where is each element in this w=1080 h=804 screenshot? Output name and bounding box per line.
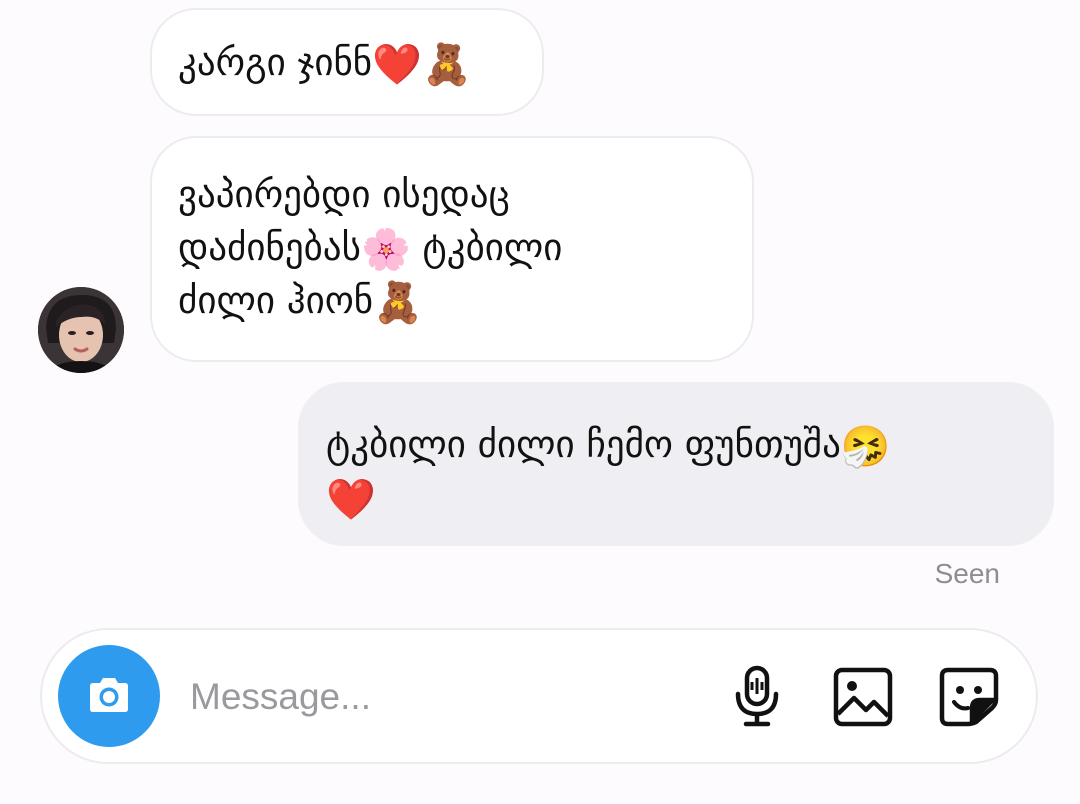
incoming-message-bubble[interactable]: კარგი ჯინნ❤️🧸	[150, 8, 544, 116]
message-input[interactable]	[190, 668, 670, 726]
sticker-button[interactable]	[936, 664, 1002, 730]
message-text: დაძინებას	[178, 226, 361, 269]
message-text: ტკბილი ძილი ჩემო ფუნთუშა	[326, 423, 841, 466]
gallery-button[interactable]	[830, 664, 896, 730]
cherry-blossom-emoji: 🌸	[360, 226, 411, 273]
message-line: კარგი ჯინნ❤️🧸	[178, 36, 542, 89]
microphone-button[interactable]	[724, 664, 790, 730]
microphone-icon	[735, 665, 779, 727]
sticker-icon	[939, 667, 999, 727]
red-heart-emoji: ❤️	[326, 476, 376, 523]
avatar-photo	[38, 287, 124, 373]
camera-icon	[90, 678, 128, 712]
chat-thread: კარგი ჯინნ❤️🧸 ვაპირებდი ისედაც დაძინებას…	[0, 0, 1080, 804]
message-line: დაძინებას🌸 ტკბილი	[178, 221, 752, 274]
message-text: კარგი ჯინნ	[178, 41, 373, 84]
sneezing-face-emoji: 🤧	[840, 423, 891, 470]
message-composer	[40, 628, 1038, 764]
message-text: ტკბილი	[410, 226, 563, 269]
message-line: ძილი ჰიონ🧸	[178, 274, 752, 327]
outgoing-message-bubble[interactable]: ტკბილი ძილი ჩემო ფუნთუშა🤧 ❤️	[298, 382, 1054, 546]
incoming-message-bubble[interactable]: ვაპირებდი ისედაც დაძინებას🌸 ტკბილი ძილი …	[150, 136, 754, 362]
camera-button[interactable]	[58, 645, 160, 747]
message-text: ვაპირებდი ისედაც	[178, 173, 510, 216]
heart-bear-emoji: ❤️🧸	[372, 41, 472, 88]
message-line: ტკბილი ძილი ჩემო ფუნთუშა🤧	[326, 418, 1054, 471]
message-text: ძილი ჰიონ	[178, 279, 374, 322]
image-icon	[833, 667, 893, 727]
sender-avatar[interactable]	[38, 287, 124, 373]
teddy-bear-emoji: 🧸	[373, 279, 423, 326]
seen-status: Seen	[934, 558, 1000, 589]
message-line: ვაპირებდი ისედაც	[178, 168, 752, 221]
message-line: ❤️	[326, 471, 1054, 524]
